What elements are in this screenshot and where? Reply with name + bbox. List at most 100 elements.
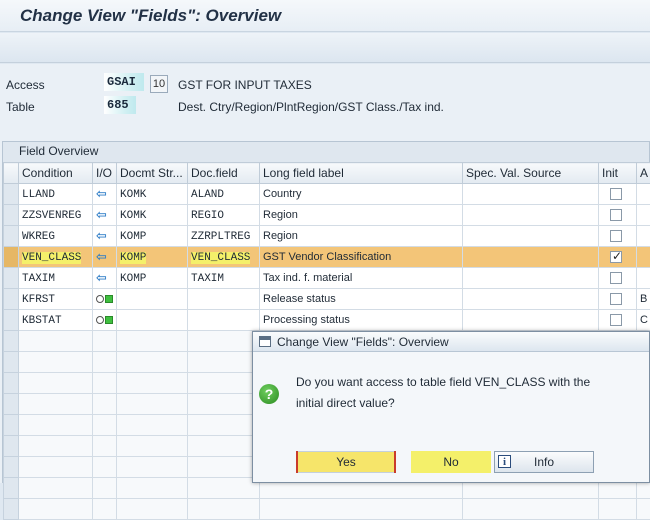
cell-document-field[interactable]: VEN_CLASS [188,247,260,268]
cell-io[interactable]: ⇦ [93,268,117,289]
cell-condition[interactable]: VEN_CLASS [19,247,93,268]
cell-spec-val-source[interactable] [463,226,599,247]
table-row[interactable]: KBSTAT Processing status C [4,310,650,331]
row-selector[interactable] [4,310,19,331]
cell-io[interactable] [93,310,117,331]
access-field[interactable]: GSAI [104,73,144,91]
cell-spec-val-source[interactable] [463,184,599,205]
cell-a[interactable] [637,205,650,226]
cell-init[interactable] [599,289,637,310]
cell-condition[interactable]: ZZSVENREG [19,205,93,226]
cell-long-field-label[interactable]: GST Vendor Classification [260,247,463,268]
cell-document-field[interactable]: REGIO [188,205,260,226]
cell-spec-val-source[interactable] [463,289,599,310]
table-row[interactable]: TAXIM⇦KOMPTAXIMTax ind. f. material [4,268,650,289]
init-checkbox[interactable] [610,188,622,200]
cell-init[interactable] [599,268,637,289]
cell-condition[interactable]: KFRST [19,289,93,310]
cell-document-structure[interactable] [117,310,188,331]
column-header[interactable]: A [637,163,650,184]
row-selector[interactable] [4,268,19,289]
row-selector[interactable] [4,205,19,226]
cell-document-field[interactable]: TAXIM [188,268,260,289]
cell-spec-val-source[interactable] [463,310,599,331]
row-selector[interactable] [4,331,19,352]
no-button[interactable]: No [411,451,491,473]
cell-long-field-label[interactable]: Region [260,205,463,226]
cell-spec-val-source[interactable] [463,247,599,268]
cell-long-field-label[interactable]: Region [260,226,463,247]
cell-init[interactable] [599,247,637,268]
cell-document-field[interactable] [188,310,260,331]
cell-document-field[interactable]: ALAND [188,184,260,205]
cell-io[interactable]: ⇦ [93,247,117,268]
row-selector[interactable] [4,226,19,247]
table-row[interactable]: ZZSVENREG⇦KOMKREGIORegion [4,205,650,226]
row-selector[interactable] [4,247,19,268]
cell-condition[interactable]: WKREG [19,226,93,247]
cell-a[interactable] [637,268,650,289]
row-selector[interactable] [4,352,19,373]
column-header[interactable]: Docmt Str... [117,163,188,184]
cell-spec-val-source[interactable] [463,268,599,289]
row-selector[interactable] [4,436,19,457]
row-selector[interactable] [4,478,19,499]
init-checkbox[interactable] [610,272,622,284]
cell-long-field-label[interactable]: Release status [260,289,463,310]
init-checkbox[interactable] [610,230,622,242]
cell-init[interactable] [599,205,637,226]
cell-a[interactable]: B [637,289,650,310]
column-header[interactable]: I/O [93,163,117,184]
cell-document-structure[interactable]: KOMK [117,205,188,226]
cell-document-structure[interactable] [117,289,188,310]
cell-spec-val-source[interactable] [463,205,599,226]
cell-condition[interactable]: TAXIM [19,268,93,289]
cell-init[interactable] [599,310,637,331]
init-checkbox[interactable] [610,251,622,263]
row-selector[interactable] [4,499,19,520]
cell-io[interactable]: ⇦ [93,205,117,226]
cell-document-structure[interactable]: KOMP [117,247,188,268]
table-field[interactable]: 685 [104,96,136,114]
cell-condition[interactable]: LLAND [19,184,93,205]
column-header[interactable]: Long field label [260,163,463,184]
info-button[interactable]: i Info [494,451,594,473]
row-selector[interactable] [4,373,19,394]
select-all-header[interactable] [4,163,19,184]
row-selector[interactable] [4,415,19,436]
cell-io[interactable]: ⇦ [93,184,117,205]
cell-init[interactable] [599,184,637,205]
cell-document-field[interactable] [188,289,260,310]
column-header[interactable]: Init [599,163,637,184]
cell-io[interactable]: ⇦ [93,226,117,247]
table-row[interactable]: WKREG⇦KOMPZZRPLTREGRegion [4,226,650,247]
cell-long-field-label[interactable]: Country [260,184,463,205]
table-row[interactable]: VEN_CLASS⇦KOMPVEN_CLASSGST Vendor Classi… [4,247,650,268]
cell-document-structure[interactable]: KOMP [117,226,188,247]
cell-init[interactable] [599,226,637,247]
row-selector[interactable] [4,394,19,415]
cell-condition[interactable]: KBSTAT [19,310,93,331]
table-row[interactable]: LLAND⇦KOMKALANDCountry [4,184,650,205]
cell-document-structure[interactable]: KOMP [117,268,188,289]
cell-a[interactable] [637,247,650,268]
yes-button[interactable]: Yes [296,451,396,473]
column-header[interactable]: Spec. Val. Source [463,163,599,184]
cell-long-field-label[interactable]: Tax ind. f. material [260,268,463,289]
row-selector[interactable] [4,289,19,310]
cell-io[interactable] [93,289,117,310]
cell-document-field[interactable]: ZZRPLTREG [188,226,260,247]
cell-a[interactable] [637,184,650,205]
column-header[interactable]: Condition [19,163,93,184]
column-header[interactable]: Doc.field [188,163,260,184]
cell-a[interactable]: C [637,310,650,331]
access-number-field[interactable]: 10 [150,75,168,93]
row-selector[interactable] [4,457,19,478]
row-selector[interactable] [4,184,19,205]
cell-long-field-label[interactable]: Processing status [260,310,463,331]
cell-a[interactable] [637,226,650,247]
cell-document-structure[interactable]: KOMK [117,184,188,205]
init-checkbox[interactable] [610,209,622,221]
table-row[interactable]: KFRST Release status B [4,289,650,310]
init-checkbox[interactable] [610,314,622,326]
